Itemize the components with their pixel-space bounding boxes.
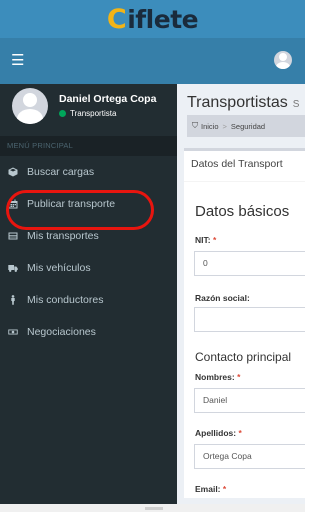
- nit-input[interactable]: 0: [194, 251, 305, 276]
- sidebar: Daniel Ortega Copa Transportista MENÚ PR…: [0, 84, 177, 504]
- sidebar-item-label: Mis conductores: [27, 294, 104, 306]
- online-status-icon: [59, 110, 66, 117]
- page-title-text: Transportistas: [187, 94, 288, 111]
- hamburger-menu-icon[interactable]: ☰: [11, 53, 24, 68]
- money-icon: [8, 327, 18, 337]
- highlight-annotation: [6, 190, 154, 230]
- required-mark: *: [238, 428, 242, 438]
- breadcrumb-current: Seguridad: [230, 121, 266, 131]
- box-divider: [184, 181, 305, 182]
- brand-logo[interactable]: C iflete: [106, 3, 199, 35]
- user-name: Daniel Ortega Copa: [59, 93, 157, 105]
- male-icon: [8, 295, 18, 305]
- nombres-label: Nombres: *: [195, 372, 240, 382]
- sidebar-item-label: Mis transportes: [27, 230, 99, 242]
- nombres-label-text: Nombres:: [195, 372, 235, 382]
- user-panel: Daniel Ortega Copa Transportista: [0, 84, 177, 136]
- sidebar-item-label: Mis vehículos: [27, 262, 91, 274]
- section-datos-basicos: Datos básicos: [195, 203, 290, 220]
- main-content: Transportistas S ⛉ Inicio > Seguridad Dat…: [177, 84, 305, 504]
- nombres-input[interactable]: Daniel: [194, 388, 305, 413]
- list-icon: [8, 231, 18, 241]
- page-title: Transportistas S: [187, 94, 299, 112]
- truck-icon: [8, 263, 18, 273]
- sidebar-item-buscar-cargas[interactable]: Buscar cargas: [0, 156, 177, 188]
- home-icon[interactable]: ⛉: [192, 121, 198, 131]
- email-label-text: Email:: [195, 484, 221, 494]
- logo-bar: C iflete: [0, 0, 305, 38]
- user-role: Transportista: [70, 109, 117, 118]
- box-title: Datos del Transport: [191, 158, 283, 170]
- form-box: Datos del Transport Datos básicos NIT: *…: [184, 148, 305, 498]
- razon-social-input[interactable]: [194, 307, 305, 332]
- required-mark: *: [212, 235, 217, 245]
- email-label: Email: *: [195, 484, 226, 494]
- breadcrumb-home[interactable]: Inicio: [201, 122, 219, 131]
- sidebar-item-negociaciones[interactable]: Negociaciones: [0, 316, 177, 348]
- apellidos-input[interactable]: Ortega Copa: [194, 444, 305, 469]
- sidebar-item-label: Buscar cargas: [27, 166, 95, 178]
- apellidos-label: Apellidos: *: [195, 428, 242, 438]
- user-status: Transportista: [59, 109, 116, 118]
- nit-label-text: NIT:: [195, 235, 211, 245]
- cube-icon: [8, 167, 18, 177]
- section-contacto-principal: Contacto principal: [195, 350, 292, 364]
- razon-social-label: Razón social:: [195, 293, 250, 303]
- logo-text: iflete: [127, 4, 199, 34]
- avatar: [12, 88, 48, 124]
- breadcrumb-separator: >: [222, 121, 227, 131]
- sidebar-item-mis-conductores[interactable]: Mis conductores: [0, 284, 177, 316]
- nit-label: NIT: *: [195, 235, 216, 245]
- required-mark: *: [222, 484, 227, 494]
- apellidos-label-text: Apellidos:: [195, 428, 237, 438]
- top-navbar: ☰: [0, 38, 305, 84]
- breadcrumb: ⛉ Inicio > Seguridad: [187, 115, 305, 137]
- bottom-scrollbar[interactable]: [0, 504, 305, 512]
- sidebar-item-mis-vehiculos[interactable]: Mis vehículos: [0, 252, 177, 284]
- user-menu-avatar[interactable]: [274, 51, 292, 69]
- sidebar-item-label: Negociaciones: [27, 326, 96, 338]
- menu-header: MENÚ PRINCIPAL: [0, 136, 177, 156]
- required-mark: *: [237, 372, 241, 382]
- page-subtitle: S: [292, 99, 300, 110]
- logo-mark: C: [106, 3, 127, 35]
